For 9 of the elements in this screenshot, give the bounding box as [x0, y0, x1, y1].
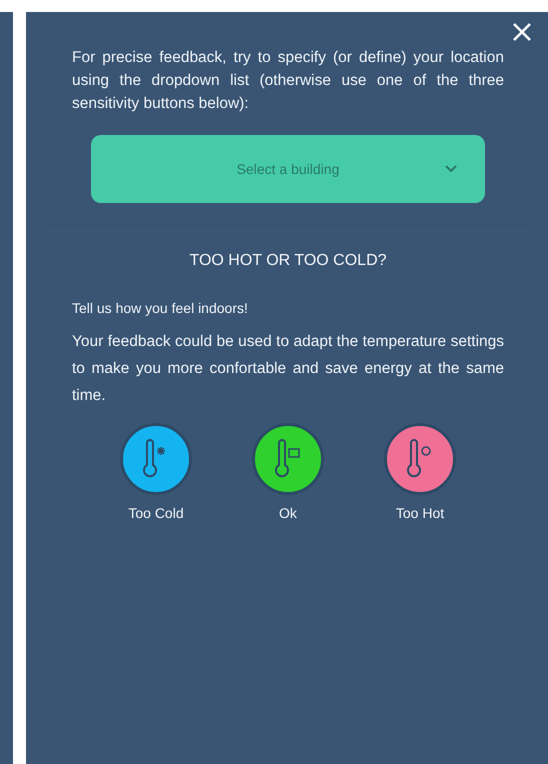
- prompt-text: Tell us how you feel indoors!: [72, 300, 249, 316]
- feeling-label: Too Hot: [396, 505, 444, 521]
- feeling-label: Too Cold: [128, 505, 184, 521]
- chevron-icon: [445, 165, 457, 173]
- section-heading: TOO HOT OR TOO COLD?: [189, 252, 387, 270]
- intro-text: For precise feedback, try to specify (or define) your location using the dropdown list (otherwise use one of the three sensitivity buttons below):: [72, 48, 504, 114]
- explanation-text: Your feedback could be used to adapt the temperature settings to make you more confortable and save energy at the same time.: [72, 332, 504, 406]
- feeling-label: Ok: [279, 505, 297, 521]
- building-dropdown[interactable]: Select a building: [91, 135, 485, 203]
